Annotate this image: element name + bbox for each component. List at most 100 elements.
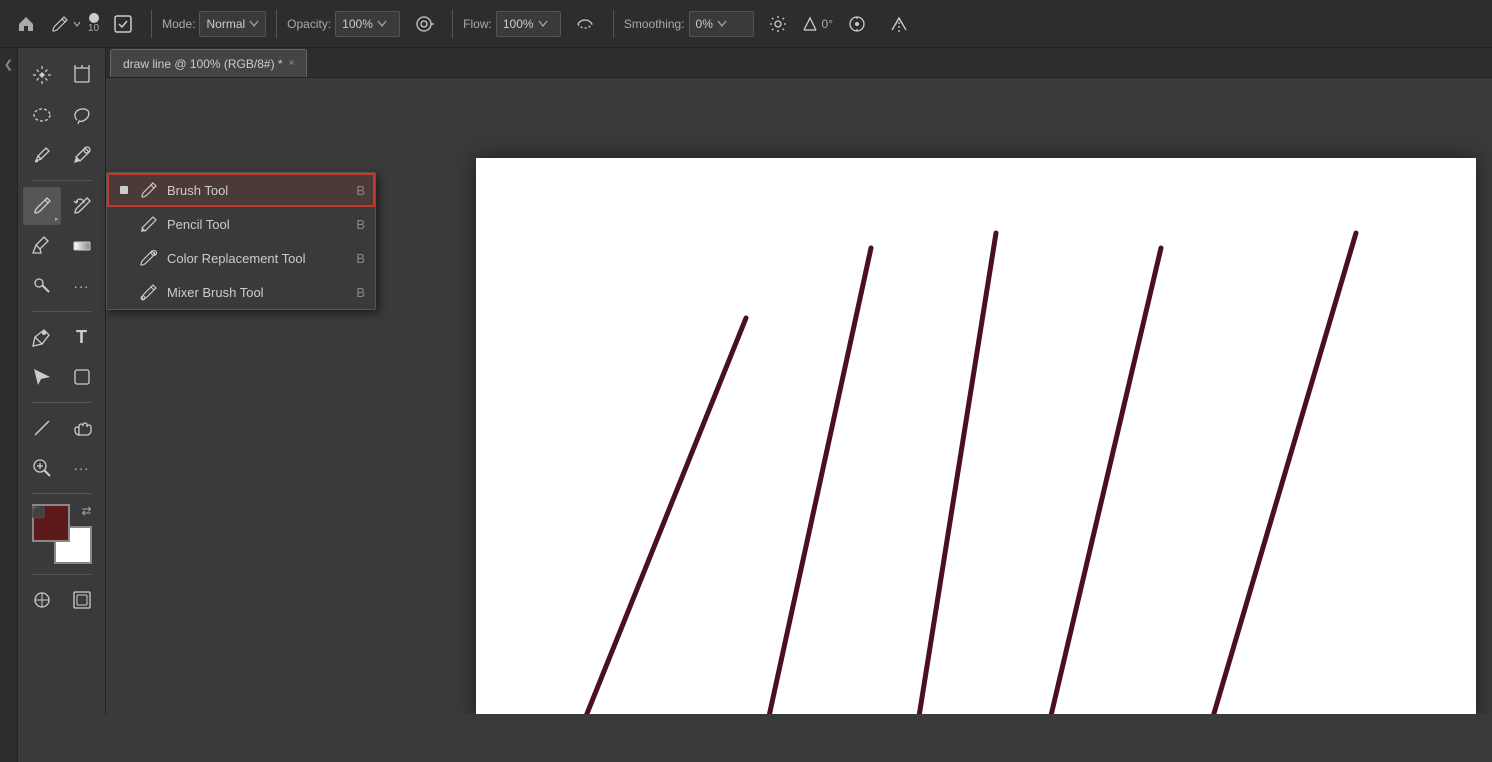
quick-mask-tool[interactable] bbox=[23, 581, 61, 619]
tool-flyout-menu: Brush Tool B Pencil Tool B Color Replace… bbox=[106, 172, 376, 310]
text-tool[interactable]: T bbox=[63, 318, 101, 356]
flow-value: 100% bbox=[503, 17, 534, 31]
flyout-active-marker bbox=[117, 186, 131, 194]
mode-value: Normal bbox=[206, 17, 245, 31]
flow-value-box[interactable]: 100% bbox=[496, 11, 561, 37]
pencil-tool-shortcut: B bbox=[356, 217, 365, 232]
mixer-brush-label: Mixer Brush Tool bbox=[167, 285, 348, 300]
tool-row-10: ··· bbox=[23, 449, 101, 487]
screen-mode-tool[interactable] bbox=[63, 581, 101, 619]
opacity-label: Opacity: bbox=[287, 17, 331, 31]
symmetry-button[interactable] bbox=[881, 6, 917, 42]
eyedropper-tool[interactable] bbox=[23, 136, 61, 174]
mode-group: Mode: Normal bbox=[162, 11, 266, 37]
document-tab[interactable]: draw line @ 100% (RGB/8#) * × bbox=[110, 49, 307, 77]
tool-row-2 bbox=[23, 96, 101, 134]
tool-sep-3 bbox=[32, 402, 92, 403]
top-toolbar: 10 Mode: Normal Opacity: 100% bbox=[0, 0, 1492, 48]
tool-row-6: ··· bbox=[23, 267, 101, 305]
smoothing-label: Smoothing: bbox=[624, 17, 685, 31]
tool-row-1 bbox=[23, 56, 101, 94]
brush-tool-icon bbox=[139, 180, 159, 200]
mixer-brush-shortcut: B bbox=[356, 285, 365, 300]
smoothing-value-box[interactable]: 0% bbox=[689, 11, 754, 37]
tool-row-9 bbox=[23, 409, 101, 447]
brush-tool-label: Brush Tool bbox=[167, 183, 348, 198]
tool-flyout-arrow: ▸ bbox=[55, 215, 59, 223]
tab-title: draw line @ 100% (RGB/8#) * bbox=[123, 57, 283, 71]
tool-row-11 bbox=[23, 581, 101, 619]
home-button[interactable] bbox=[8, 6, 44, 42]
active-square bbox=[120, 186, 128, 194]
more-tools[interactable]: ··· bbox=[63, 267, 101, 305]
more-dots-2: ··· bbox=[74, 461, 90, 476]
tabs-bar: draw line @ 100% (RGB/8#) * × bbox=[106, 48, 1492, 78]
left-toolbar: ▸ bbox=[18, 48, 106, 714]
brush-dot bbox=[89, 13, 99, 23]
more-dots: ··· bbox=[74, 279, 90, 294]
tool-sep-4 bbox=[32, 493, 92, 494]
shape-tool[interactable] bbox=[63, 358, 101, 396]
pressure-button[interactable] bbox=[839, 6, 875, 42]
flow-group: Flow: 100% bbox=[463, 11, 561, 37]
pencil-tool-label: Pencil Tool bbox=[167, 217, 348, 232]
hand-tool[interactable] bbox=[63, 409, 101, 447]
line-tool[interactable] bbox=[23, 409, 61, 447]
tool-sep-2 bbox=[32, 311, 92, 312]
tool-row-4: ▸ bbox=[23, 187, 101, 225]
more-tools-2[interactable]: ··· bbox=[63, 449, 101, 487]
color-replacement-icon bbox=[139, 248, 159, 268]
flyout-color-replacement-tool[interactable]: Color Replacement Tool B bbox=[107, 241, 375, 275]
angle-group: 0° bbox=[802, 16, 833, 32]
settings-button[interactable] bbox=[760, 6, 796, 42]
sep3 bbox=[452, 10, 453, 38]
reset-colors-button[interactable]: ⬛ bbox=[32, 506, 92, 564]
lasso-tool[interactable] bbox=[63, 96, 101, 134]
left-panel-collapse[interactable]: ❮ bbox=[0, 48, 18, 762]
color-replacement-label: Color Replacement Tool bbox=[167, 251, 348, 266]
airbrush-button[interactable] bbox=[406, 6, 442, 42]
tool-sep-5 bbox=[32, 574, 92, 575]
tab-close-button[interactable]: × bbox=[289, 58, 295, 69]
opacity-value: 100% bbox=[342, 17, 373, 31]
brush-mode-switch[interactable] bbox=[105, 6, 141, 42]
path-selection-tool[interactable] bbox=[23, 358, 61, 396]
mode-label: Mode: bbox=[162, 17, 195, 31]
flow-label: Flow: bbox=[463, 17, 492, 31]
color-replacement-shortcut: B bbox=[356, 251, 365, 266]
drawing-canvas[interactable] bbox=[476, 158, 1476, 714]
brush-size-value: 10 bbox=[88, 23, 99, 34]
brush-tool-button[interactable]: ▸ bbox=[23, 187, 61, 225]
sep4 bbox=[613, 10, 614, 38]
mixer-brush-icon bbox=[139, 282, 159, 302]
gradient-tool[interactable] bbox=[63, 227, 101, 265]
collapse-icon: ❮ bbox=[4, 58, 13, 71]
eraser-tool[interactable] bbox=[23, 227, 61, 265]
tool-row-5 bbox=[23, 227, 101, 265]
flyout-pencil-tool[interactable]: Pencil Tool B bbox=[107, 207, 375, 241]
opacity-group: Opacity: 100% bbox=[287, 11, 400, 37]
mode-dropdown[interactable]: Normal bbox=[199, 11, 266, 37]
sep2 bbox=[276, 10, 277, 38]
marquee-tool[interactable] bbox=[23, 96, 61, 134]
canvas-container bbox=[476, 158, 1476, 714]
tool-row-3 bbox=[23, 136, 101, 174]
tool-sep-1 bbox=[32, 180, 92, 181]
history-brush-tool[interactable] bbox=[63, 187, 101, 225]
sep1 bbox=[151, 10, 152, 38]
zoom-tool[interactable] bbox=[23, 449, 61, 487]
flyout-mixer-brush-tool[interactable]: Mixer Brush Tool B bbox=[107, 275, 375, 309]
move-tool[interactable] bbox=[23, 56, 61, 94]
opacity-value-box[interactable]: 100% bbox=[335, 11, 400, 37]
flow-mode-button[interactable] bbox=[567, 6, 603, 42]
flyout-brush-tool[interactable]: Brush Tool B bbox=[107, 173, 375, 207]
angle-value: 0° bbox=[822, 17, 833, 31]
color-swatches: ⇄ ⬛ bbox=[32, 504, 92, 564]
artboard-tool[interactable] bbox=[63, 56, 101, 94]
pen-tool[interactable] bbox=[23, 318, 61, 356]
brush-size-indicator[interactable]: 10 bbox=[88, 13, 99, 34]
dodge-tool[interactable] bbox=[23, 267, 61, 305]
brush-tool-header[interactable] bbox=[50, 14, 82, 34]
smoothing-group: Smoothing: 0% bbox=[624, 11, 754, 37]
spot-heal-tool[interactable] bbox=[63, 136, 101, 174]
